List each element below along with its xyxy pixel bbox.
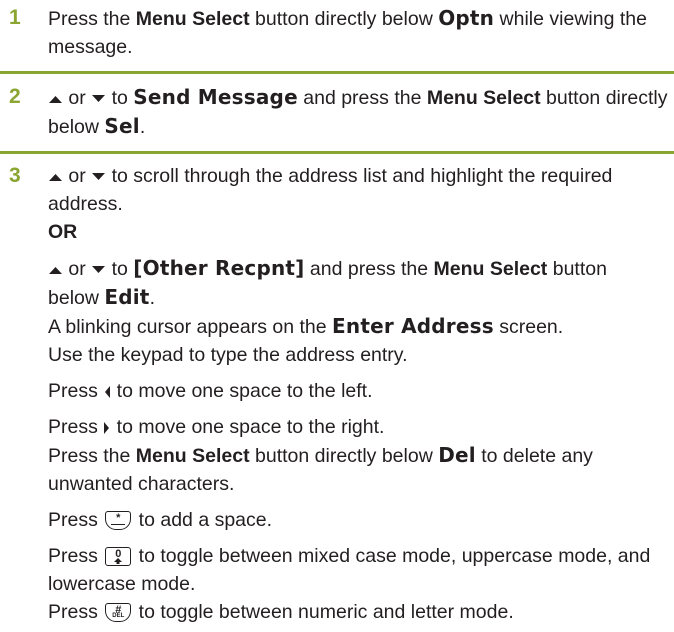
display-text-del: Del bbox=[438, 443, 476, 467]
step-3-line-6: Press to move one space to the right. bbox=[48, 413, 660, 441]
text: to bbox=[106, 258, 134, 280]
text: Press bbox=[48, 380, 104, 402]
divider bbox=[0, 151, 674, 154]
text: or bbox=[63, 87, 92, 109]
step-3-line-10: Press # DEL to toggle between numeric and… bbox=[48, 598, 660, 626]
step-2-text: or to Send Message and press the Menu Se… bbox=[48, 83, 668, 141]
step-number: 3 bbox=[9, 164, 21, 187]
step-3-line-1: or to scroll through the address list an… bbox=[48, 162, 660, 218]
menu-select-label: Menu Select bbox=[433, 258, 548, 280]
step-number: 2 bbox=[9, 85, 21, 108]
step-3-line-3: A blinking cursor appears on the Enter A… bbox=[48, 312, 660, 341]
text: to toggle between mixed case mode, upper… bbox=[48, 545, 651, 595]
menu-select-label: Menu Select bbox=[135, 8, 250, 30]
key-sub-glyph: DEL bbox=[112, 613, 125, 619]
display-text-sel: Sel bbox=[104, 114, 140, 138]
down-arrow-icon bbox=[92, 172, 106, 180]
text: Press the bbox=[48, 445, 136, 467]
display-text-edit: Edit bbox=[104, 285, 150, 309]
text: A blinking cursor appears on the bbox=[48, 316, 333, 338]
star-key-icon: * bbox=[105, 511, 132, 530]
step-3-line-8: Press * to add a space. bbox=[48, 506, 660, 534]
text: Press bbox=[48, 601, 104, 623]
text: . bbox=[149, 287, 155, 309]
instruction-page: 1 Press the Menu Select button directly … bbox=[0, 0, 674, 632]
text: to move one space to the right. bbox=[111, 416, 385, 438]
text: button directly below bbox=[249, 8, 439, 30]
key-glyph: * bbox=[116, 512, 121, 524]
or-label: OR bbox=[48, 221, 78, 243]
step-1-text: Press the Menu Select button directly be… bbox=[48, 4, 648, 61]
text: to toggle between numeric and letter mod… bbox=[133, 601, 514, 623]
text: or bbox=[63, 258, 92, 280]
display-text-enter-address: Enter Address bbox=[332, 314, 494, 338]
step-3-line-5: Press to move one space to the left. bbox=[48, 377, 660, 405]
text: and press the bbox=[304, 258, 434, 280]
display-text-send-message: Send Message bbox=[133, 85, 298, 109]
step-3-line-7: Press the Menu Select button directly be… bbox=[48, 441, 660, 498]
text: button directly below bbox=[249, 445, 439, 467]
up-arrow-icon bbox=[49, 95, 62, 103]
down-arrow-icon bbox=[92, 94, 106, 102]
text: . bbox=[139, 116, 146, 138]
text: to add a space. bbox=[133, 509, 273, 531]
menu-select-label: Menu Select bbox=[426, 87, 541, 109]
text: or bbox=[63, 165, 92, 187]
key-underline bbox=[111, 523, 126, 525]
text: to bbox=[106, 87, 134, 109]
text: Press bbox=[48, 416, 104, 438]
hash-key-icon: # DEL bbox=[105, 603, 132, 622]
up-arrow-icon bbox=[49, 173, 62, 181]
step-number: 1 bbox=[9, 6, 21, 29]
zero-key-icon: 0 bbox=[105, 547, 132, 566]
text: Press the bbox=[48, 8, 136, 30]
down-arrow-icon bbox=[92, 265, 106, 273]
step-3-line-9: Press 0 to toggle between mixed case mod… bbox=[48, 542, 660, 598]
text: screen. bbox=[493, 316, 564, 338]
menu-select-label: Menu Select bbox=[135, 445, 250, 467]
text: and press the bbox=[297, 87, 427, 109]
shift-arrow-icon bbox=[114, 558, 123, 564]
divider bbox=[0, 71, 674, 74]
step-3-line-2: or to [Other Recpnt] and press the Menu … bbox=[48, 254, 660, 312]
text: Press bbox=[48, 545, 104, 567]
text: Press bbox=[48, 509, 104, 531]
display-text-optn: Optn bbox=[438, 6, 495, 30]
text: to scroll through the address list and h… bbox=[48, 165, 613, 215]
up-arrow-icon bbox=[49, 266, 62, 274]
text: to move one space to the left. bbox=[111, 380, 373, 402]
step-3-line-4: Use the keypad to type the address entry… bbox=[48, 344, 408, 366]
display-text-other-recpnt: [Other Recpnt] bbox=[133, 256, 305, 280]
step-3-text: or to scroll through the address list an… bbox=[48, 162, 660, 626]
